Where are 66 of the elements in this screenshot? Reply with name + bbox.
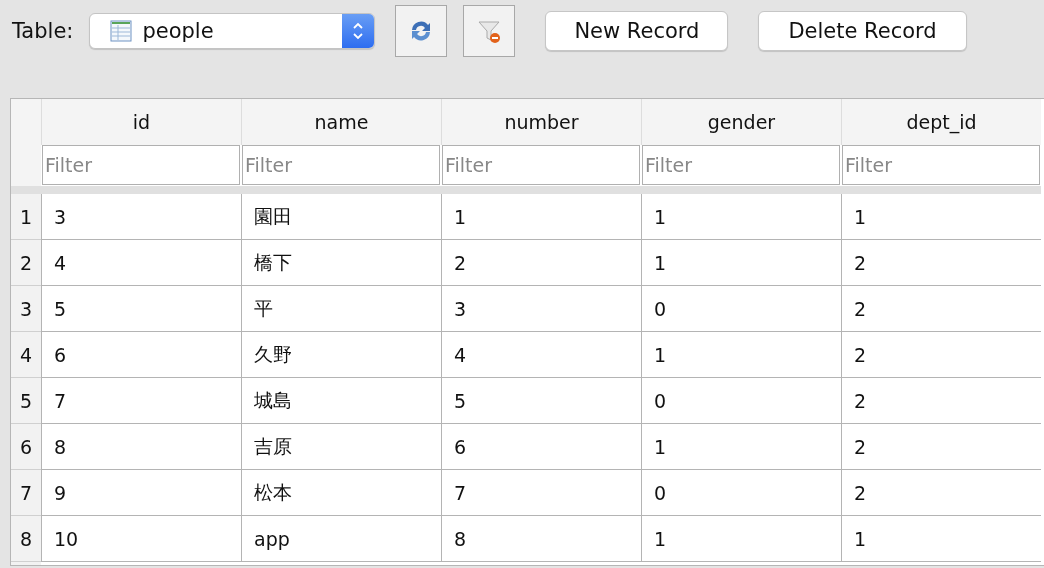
filter-field[interactable]: Filter xyxy=(642,145,840,185)
table-cell: 6 xyxy=(41,332,241,378)
filter-field[interactable]: Filter xyxy=(42,145,240,185)
table-cell: 1 xyxy=(641,332,841,378)
column-header[interactable]: number xyxy=(441,99,641,145)
table-cell: 8 xyxy=(441,516,641,562)
stepper-icon xyxy=(342,14,375,48)
table-cell: 1 xyxy=(641,516,841,562)
table-cell: 2 xyxy=(841,378,1041,424)
table-cell: 7 xyxy=(441,470,641,516)
filter-field[interactable]: Filter xyxy=(442,145,640,185)
table-cell: 4 xyxy=(41,240,241,286)
filter-field[interactable]: Filter xyxy=(242,145,440,185)
table-icon xyxy=(110,20,133,42)
table-label: Table: xyxy=(12,19,74,43)
table-cell: 9 xyxy=(41,470,241,516)
refresh-button[interactable] xyxy=(395,5,448,57)
table-cell: 7 xyxy=(41,378,241,424)
table-cell: 0 xyxy=(641,286,841,332)
column-header[interactable]: dept_id xyxy=(841,99,1041,145)
row-number[interactable]: 8 xyxy=(11,516,41,562)
table-cell: 平 xyxy=(241,286,441,332)
table-cell: 3 xyxy=(441,286,641,332)
table-cell: 8 xyxy=(41,424,241,470)
table-cell: 1 xyxy=(441,194,641,240)
toolbar-button[interactable]: New Record xyxy=(545,11,729,51)
table-cell: 5 xyxy=(41,286,241,332)
table-cell: 橋下 xyxy=(241,240,441,286)
table-cell: 園田 xyxy=(241,194,441,240)
table-cell: 2 xyxy=(841,332,1041,378)
table-cell: 2 xyxy=(841,286,1041,332)
row-number[interactable]: 7 xyxy=(11,470,41,516)
row-number[interactable]: 1 xyxy=(11,194,41,240)
table-cell: 6 xyxy=(441,424,641,470)
table-cell: app xyxy=(241,516,441,562)
table-cell: 松本 xyxy=(241,470,441,516)
table-cell: 4 xyxy=(441,332,641,378)
table-cell: 2 xyxy=(841,240,1041,286)
table-cell: 1 xyxy=(841,516,1041,562)
table-cell: 0 xyxy=(641,378,841,424)
table-cell: 1 xyxy=(641,240,841,286)
table-cell: 3 xyxy=(41,194,241,240)
table-cell: 0 xyxy=(641,470,841,516)
row-number[interactable]: 4 xyxy=(11,332,41,378)
clear-filter-button[interactable] xyxy=(463,5,516,57)
table-cell: 5 xyxy=(441,378,641,424)
column-header[interactable]: gender xyxy=(641,99,841,145)
table-cell: 2 xyxy=(841,424,1041,470)
table-select[interactable]: people xyxy=(89,13,376,49)
row-number[interactable]: 3 xyxy=(11,286,41,332)
row-number[interactable]: 6 xyxy=(11,424,41,470)
column-header[interactable]: name xyxy=(241,99,441,145)
filter-field[interactable]: Filter xyxy=(842,145,1040,185)
table-cell: 久野 xyxy=(241,332,441,378)
table-cell: 10 xyxy=(41,516,241,562)
column-header[interactable]: id xyxy=(41,99,241,145)
toolbar-button[interactable]: Delete Record xyxy=(758,11,967,51)
table-cell: 2 xyxy=(841,470,1041,516)
table-cell: 城島 xyxy=(241,378,441,424)
table-cell: 吉原 xyxy=(241,424,441,470)
table-cell: 1 xyxy=(841,194,1041,240)
table-cell: 2 xyxy=(441,240,641,286)
row-number[interactable]: 2 xyxy=(11,240,41,286)
table-cell: 1 xyxy=(641,424,841,470)
row-number[interactable]: 5 xyxy=(11,378,41,424)
table-cell: 1 xyxy=(641,194,841,240)
